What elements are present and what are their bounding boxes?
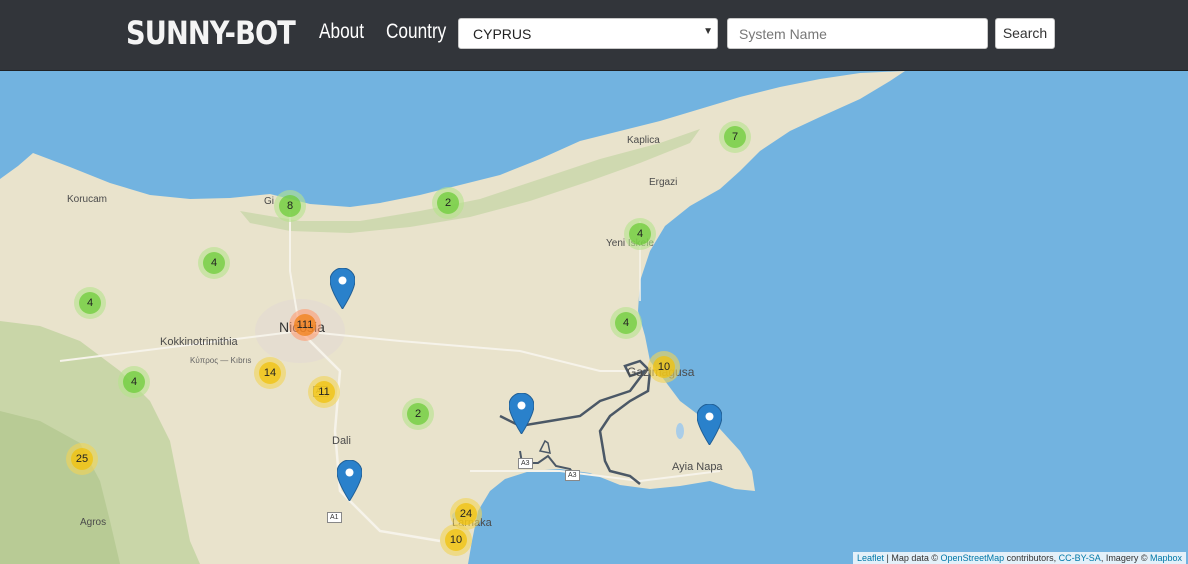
map-cluster-count: 4 (203, 252, 225, 274)
leaflet-link[interactable]: Leaflet (857, 553, 884, 563)
map-cluster[interactable]: 4 (624, 218, 656, 250)
osm-link[interactable]: OpenStreetMap (941, 553, 1005, 563)
map-cluster-count: 4 (615, 312, 637, 334)
mapbox-link[interactable]: Mapbox (1150, 553, 1182, 563)
map-cluster[interactable]: 2 (402, 398, 434, 430)
map-marker-icon[interactable] (697, 404, 722, 445)
place-ergazi: Ergazi (649, 177, 678, 188)
road-label: A3 (518, 458, 533, 469)
country-select[interactable]: CYPRUS ▼ (458, 18, 718, 49)
country-select-value: CYPRUS (473, 26, 532, 42)
map-cluster[interactable]: 4 (198, 247, 230, 279)
map-cluster-count: 10 (445, 529, 467, 551)
map-cluster[interactable]: 7 (719, 121, 751, 153)
map-cluster-count: 111 (294, 314, 316, 336)
map-cluster[interactable]: 8 (274, 190, 306, 222)
map-cluster-count: 10 (653, 356, 675, 378)
brand-logo[interactable]: SUNNY-BOT (126, 14, 296, 52)
road-label: A1 (327, 512, 342, 523)
attribution-text: contributors, (1004, 553, 1059, 563)
map-cluster[interactable]: 11 (308, 376, 340, 408)
place-girne: Gi (264, 196, 274, 207)
map-cluster-count: 7 (724, 126, 746, 148)
map-cluster-count: 2 (407, 403, 429, 425)
map-attribution: Leaflet | Map data © OpenStreetMap contr… (853, 552, 1186, 564)
map-cluster-count: 25 (71, 448, 93, 470)
map-cluster[interactable]: 2 (432, 187, 464, 219)
map-cluster[interactable]: 10 (440, 524, 472, 556)
chevron-down-icon: ▼ (703, 26, 713, 37)
map-cluster-count: 2 (437, 192, 459, 214)
map-cluster[interactable]: 10 (648, 351, 680, 383)
place-korucam: Korucam (67, 194, 108, 205)
map-cluster[interactable]: 111 (289, 309, 321, 341)
map-marker-icon[interactable] (337, 460, 362, 501)
place-agros: Agros (80, 517, 107, 528)
place-dali: Dali (332, 435, 351, 447)
navbar: SUNNY-BOT About Country CYPRUS ▼ Search (0, 0, 1188, 71)
map-cluster[interactable]: 4 (74, 287, 106, 319)
map-cluster[interactable]: 14 (254, 357, 286, 389)
search-button[interactable]: Search (995, 18, 1055, 49)
place-kaplica: Kaplica (627, 135, 660, 146)
map-cluster-count: 14 (259, 362, 281, 384)
map-view[interactable]: Korucam Kaplica Ergazi Gi Yeni Iskele Ko… (0, 71, 1188, 564)
map-tiles (0, 71, 905, 564)
map-cluster-count: 4 (79, 292, 101, 314)
attribution-text: , Imagery © (1100, 553, 1150, 563)
license-link[interactable]: CC-BY-SA (1059, 553, 1101, 563)
place-ayia-napa: Ayia Napa (672, 461, 723, 473)
system-name-input[interactable] (727, 18, 988, 49)
attribution-text: | Map data © (884, 553, 941, 563)
map-marker-icon[interactable] (509, 393, 534, 434)
map-marker-icon[interactable] (330, 268, 355, 309)
map-cluster-count: 24 (455, 503, 477, 525)
map-cluster-count: 4 (629, 223, 651, 245)
map-cluster-count: 8 (279, 195, 301, 217)
map-cluster[interactable]: 4 (118, 366, 150, 398)
place-kypros-kibris: Κύπρος — Kıbrıs (190, 356, 252, 365)
map-cluster-count: 4 (123, 371, 145, 393)
map-cluster[interactable]: 4 (610, 307, 642, 339)
road-label: A3 (565, 470, 580, 481)
map-cluster[interactable]: 25 (66, 443, 98, 475)
place-kokkinotrimithia: Kokkinotrimithia (160, 336, 238, 348)
nav-country-link[interactable]: Country (386, 20, 446, 44)
map-cluster-count: 11 (313, 381, 335, 403)
nav-about-link[interactable]: About (319, 20, 364, 44)
